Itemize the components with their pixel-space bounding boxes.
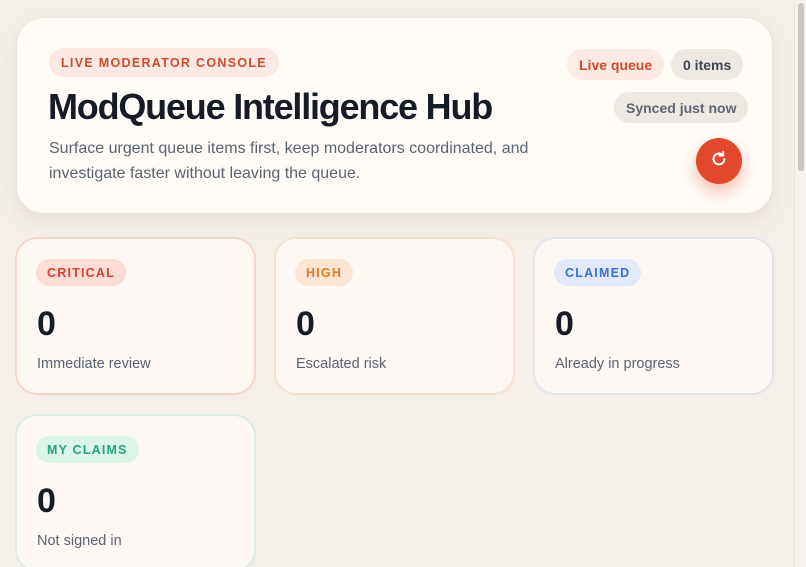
stat-caption-claimed: Already in progress bbox=[555, 356, 680, 372]
refresh-icon bbox=[709, 149, 729, 174]
stat-caption-critical: Immediate review bbox=[37, 356, 151, 372]
hero-description: Surface urgent queue items first, keep m… bbox=[49, 140, 529, 182]
stat-caption-high: Escalated risk bbox=[296, 356, 387, 372]
stat-value-high: 0 bbox=[296, 305, 315, 343]
item-count-pill: 0 items bbox=[671, 49, 744, 80]
refresh-button[interactable] bbox=[696, 138, 742, 184]
console-eyebrow-badge: LIVE MODERATOR CONSOLE bbox=[49, 48, 279, 77]
hero-card: LIVE MODERATOR CONSOLE ModQueue Intellig… bbox=[16, 17, 773, 214]
stat-caption-my-claims: Not signed in bbox=[37, 533, 122, 549]
stat-value-claimed: 0 bbox=[555, 305, 574, 343]
stat-badge-claimed: CLAIMED bbox=[554, 259, 642, 286]
stat-badge-high: HIGH bbox=[295, 259, 354, 286]
live-queue-pill: Live queue bbox=[567, 49, 665, 80]
sync-status-pill: Synced just now bbox=[614, 92, 749, 123]
stat-badge-my-claims: MY CLAIMS bbox=[36, 436, 139, 463]
stat-card-claimed: CLAIMED 0 Already in progress bbox=[533, 237, 774, 395]
stat-card-critical: CRITICAL 0 Immediate review bbox=[15, 237, 256, 395]
stat-value-my-claims: 0 bbox=[37, 482, 56, 520]
stat-badge-critical: CRITICAL bbox=[36, 259, 126, 286]
stat-value-critical: 0 bbox=[37, 305, 56, 343]
page: LIVE MODERATOR CONSOLE ModQueue Intellig… bbox=[0, 0, 806, 567]
stat-card-high: HIGH 0 Escalated risk bbox=[274, 237, 515, 395]
stat-card-my-claims: MY CLAIMS 0 Not signed in bbox=[15, 414, 256, 567]
page-scrollbar[interactable] bbox=[794, 0, 806, 567]
page-title: ModQueue Intelligence Hub bbox=[48, 86, 493, 127]
scrollbar-thumb[interactable] bbox=[798, 3, 804, 171]
